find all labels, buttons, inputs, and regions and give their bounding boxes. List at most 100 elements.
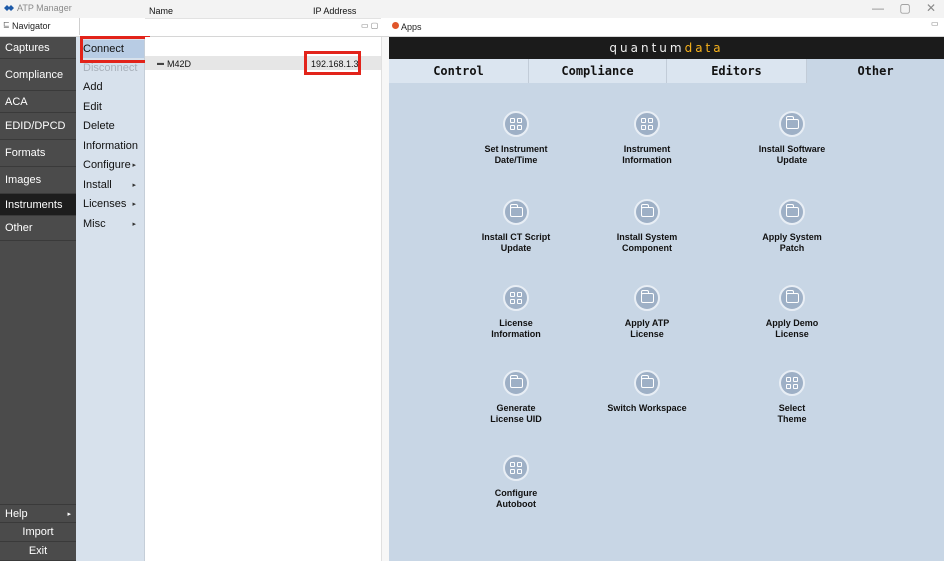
apps-tab-row: Control Compliance Editors Other [389, 59, 944, 83]
menu-item-delete[interactable]: Delete [83, 120, 143, 132]
app-label: Apply System Patch [762, 232, 822, 253]
menu-item-configure[interactable]: Configure ▸ [83, 159, 143, 171]
app-install-software-update[interactable]: Install Software Update [717, 111, 867, 166]
menu-item-misc[interactable]: Misc ▸ [83, 218, 143, 230]
app-label: Install Software Update [758, 144, 826, 165]
app-configure-autoboot[interactable]: Configure Autoboot [441, 455, 591, 510]
tab-other[interactable]: Other [807, 59, 944, 83]
folder-icon[interactable] [503, 370, 529, 396]
view-tab-bar: ⊑ Navigator ▭ ▢ Apps ▭ [0, 18, 944, 37]
window-title: ATP Manager [17, 3, 72, 13]
tab-compliance[interactable]: Compliance [529, 59, 667, 83]
apps-minmax-icon[interactable]: ▭ [931, 19, 939, 28]
sidebar-item-aca[interactable]: ACA [0, 91, 76, 113]
app-label: Configure Autoboot [494, 488, 538, 509]
app-switch-workspace[interactable]: Switch Workspace [572, 370, 722, 414]
quantumdata-logo: quantumdata [609, 41, 724, 55]
title-bar: ATP Manager — ▢ ✕ [0, 0, 944, 18]
navigator-minmax-icons[interactable]: ▭ ▢ [361, 21, 378, 30]
folder-icon[interactable] [779, 111, 805, 137]
sidebar-item-images[interactable]: Images [0, 167, 76, 194]
instrument-name[interactable]: M42D [167, 59, 191, 69]
sidebar-item-captures[interactable]: Captures [0, 37, 76, 59]
app-label: Instrument Information [622, 144, 672, 165]
tab-apps[interactable]: Apps [390, 18, 430, 35]
grid-icon[interactable] [503, 455, 529, 481]
help-label: Help [5, 508, 28, 520]
grid-icon[interactable] [634, 111, 660, 137]
folder-icon[interactable] [634, 370, 660, 396]
menu-item-information[interactable]: Information [83, 140, 143, 152]
sidebar-item-help[interactable]: Help ▸ [0, 504, 76, 523]
tab-navigator-label: Navigator [12, 21, 51, 31]
highlight-ip-box [304, 51, 361, 75]
misc-label: Misc [83, 218, 106, 230]
chevron-right-icon: ▸ [132, 221, 136, 228]
column-header-name[interactable]: Name [149, 6, 173, 16]
app-generate-license-uid[interactable]: Generate License UID [441, 370, 591, 425]
atp-logo-icon [4, 5, 14, 11]
sidebar-item-import[interactable]: Import [0, 523, 76, 542]
column-header-ip[interactable]: IP Address [313, 6, 356, 16]
close-button[interactable]: ✕ [924, 1, 938, 15]
app-install-system-component[interactable]: Install System Component [572, 199, 722, 254]
tab-apps-label: Apps [401, 22, 422, 32]
highlight-connect-box [80, 36, 150, 63]
app-label: Set Instrument Date/Time [484, 144, 548, 165]
app-label: Apply ATP License [624, 318, 670, 339]
sidebar-item-compliance[interactable]: Compliance [0, 59, 76, 91]
install-label: Install [83, 179, 112, 191]
app-label: Select Theme [777, 403, 807, 424]
tab-editors[interactable]: Editors [667, 59, 807, 83]
menu-item-edit[interactable]: Edit [83, 101, 143, 113]
folder-icon[interactable] [634, 285, 660, 311]
folder-icon[interactable] [779, 199, 805, 225]
minimize-button[interactable]: — [871, 1, 885, 15]
folder-icon[interactable] [503, 199, 529, 225]
tab-control[interactable]: Control [389, 59, 529, 83]
sidebar-item-instruments[interactable]: Instruments [0, 194, 76, 216]
app-instrument-information[interactable]: Instrument Information [572, 111, 722, 166]
sidebar-item-formats[interactable]: Formats [0, 140, 76, 167]
app-install-ct-script-update[interactable]: Install CT Script Update [441, 199, 591, 254]
menu-item-licenses[interactable]: Licenses ▸ [83, 198, 143, 210]
folder-icon[interactable] [779, 285, 805, 311]
grid-icon[interactable] [503, 285, 529, 311]
folder-icon[interactable] [634, 199, 660, 225]
sidebar: Captures Compliance ACA EDID/DPCD Format… [0, 37, 76, 561]
app-select-theme[interactable]: Select Theme [717, 370, 867, 425]
app-label: Apply Demo License [765, 318, 819, 339]
menu-item-install[interactable]: Install ▸ [83, 179, 143, 191]
app-apply-demo-license[interactable]: Apply Demo License [717, 285, 867, 340]
apps-icon [392, 22, 399, 29]
app-apply-atp-license[interactable]: Apply ATP License [572, 285, 722, 340]
licenses-label: Licenses [83, 198, 127, 210]
app-set-instrument-date-time[interactable]: Set Instrument Date/Time [441, 111, 591, 166]
sidebar-item-other[interactable]: Other [0, 216, 76, 241]
app-apply-system-patch[interactable]: Apply System Patch [717, 199, 867, 254]
app-label: Switch Workspace [607, 403, 687, 413]
app-license-information[interactable]: License Information [441, 285, 591, 340]
chevron-right-icon: ▸ [132, 162, 136, 169]
chevron-right-icon: ▸ [67, 511, 71, 518]
brand-bar: quantumdata [389, 37, 944, 59]
header-divider [145, 18, 381, 19]
sidebar-item-exit[interactable]: Exit [0, 542, 76, 561]
chevron-right-icon: ▸ [132, 201, 136, 208]
sidebar-item-edid-dpcd[interactable]: EDID/DPCD [0, 113, 76, 140]
app-label: Generate License UID [490, 403, 542, 424]
app-label: Install System Component [616, 232, 678, 253]
instrument-menu [76, 37, 145, 561]
configure-label: Configure [83, 159, 131, 171]
grid-icon[interactable] [779, 370, 805, 396]
instrument-table [145, 37, 385, 561]
grid-icon[interactable] [503, 111, 529, 137]
menu-item-add[interactable]: Add [83, 81, 143, 93]
menu-item-disconnect[interactable]: Disconnect [83, 62, 143, 74]
restore-button[interactable]: ▢ [898, 1, 912, 15]
tab-navigator[interactable]: ⊑ Navigator [0, 18, 80, 35]
app-label: Install CT Script Update [481, 232, 551, 253]
chevron-right-icon: ▸ [132, 182, 136, 189]
navigator-icon: ⊑ [3, 20, 10, 29]
app-label: License Information [491, 318, 541, 339]
